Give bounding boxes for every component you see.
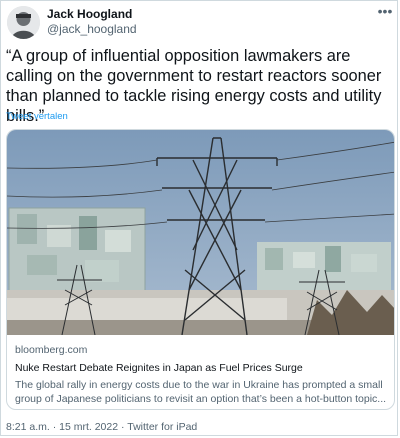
meta-separator: · xyxy=(118,421,128,433)
card-description-line: group of Japanese politicians to revisit… xyxy=(15,393,387,405)
tweet: Jack Hoogland @jack_hoogland ••• “A grou… xyxy=(0,0,398,436)
card-description-line: The global rally in energy costs due to … xyxy=(15,379,383,391)
tweet-time[interactable]: 8:21 a.m. xyxy=(6,421,50,433)
author-handle[interactable]: @jack_hoogland xyxy=(47,22,137,36)
more-options-icon[interactable]: ••• xyxy=(377,4,393,19)
avatar[interactable] xyxy=(7,6,40,39)
tweet-meta: 8:21 a.m. · 15 mrt. 2022 · Twitter for i… xyxy=(6,421,197,433)
card-domain: bloomberg.com xyxy=(15,344,88,356)
card-title: Nuke Restart Debate Reignites in Japan a… xyxy=(15,362,303,374)
tweet-date[interactable]: 15 mrt. 2022 xyxy=(59,421,118,433)
card-description: The global rally in energy costs due to … xyxy=(15,378,389,406)
translate-tweet-link[interactable]: Tweet vertalen xyxy=(6,111,68,122)
meta-separator: · xyxy=(49,421,60,433)
link-card[interactable]: bloomberg.com Nuke Restart Debate Reigni… xyxy=(6,129,395,410)
card-image xyxy=(7,130,394,335)
author-name[interactable]: Jack Hoogland xyxy=(47,7,132,21)
tweet-source: Twitter for iPad xyxy=(127,421,198,433)
avatar-image xyxy=(7,6,40,39)
